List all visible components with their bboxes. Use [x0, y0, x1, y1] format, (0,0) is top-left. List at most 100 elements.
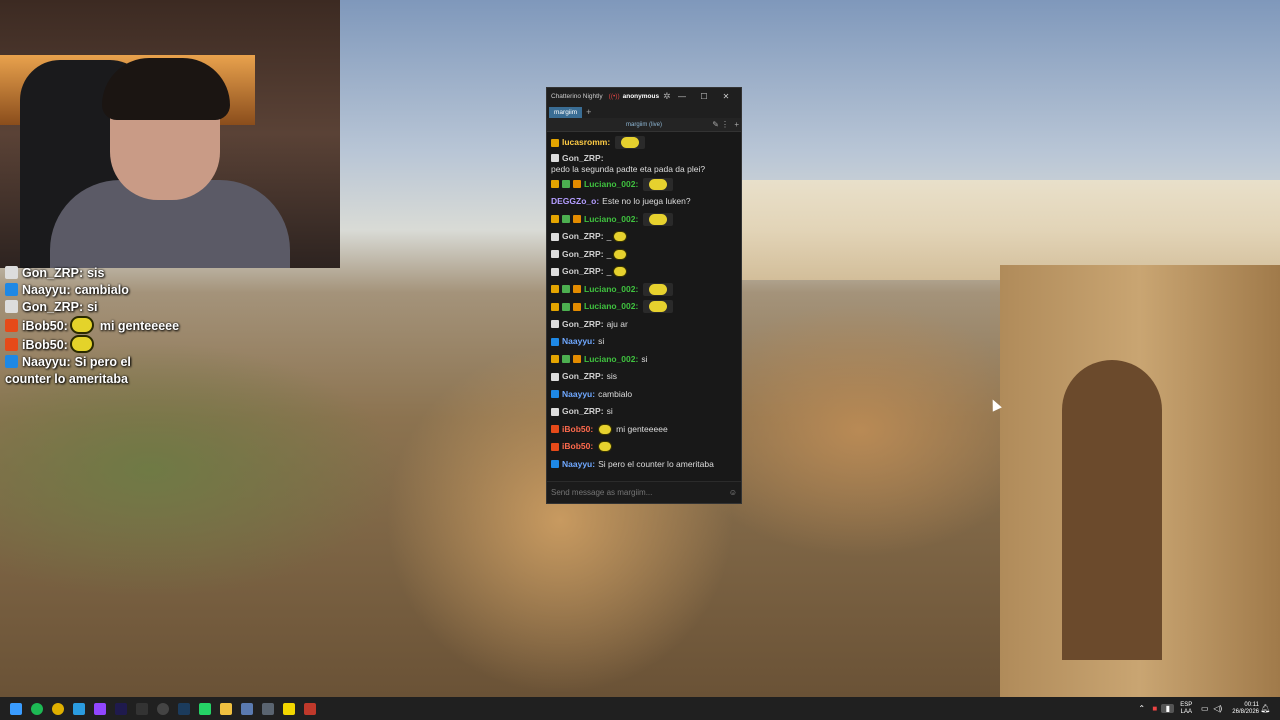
chat-username[interactable]: Naayyu: [562, 336, 595, 347]
user-badge-icon[interactable] [551, 154, 559, 162]
app-icon[interactable] [299, 697, 320, 720]
chat-message[interactable]: Gon_ZRP: pedo la segunda padte eta pada d… [550, 152, 738, 176]
chat-message[interactable]: iBob50: [550, 438, 738, 456]
emote-icon[interactable] [643, 177, 674, 191]
file-icon[interactable] [257, 697, 278, 720]
close-button[interactable]: ✕ [715, 92, 737, 101]
add-tab-icon[interactable]: + [586, 106, 591, 118]
user-badge-icon[interactable] [551, 250, 559, 259]
chat-username[interactable]: Gon_ZRP: [562, 406, 604, 417]
chat-message[interactable]: Luciano_002: [550, 211, 738, 229]
emote-icon[interactable] [643, 212, 674, 226]
more-options-icon[interactable]: ⋮ [721, 120, 729, 129]
whatsapp-icon[interactable] [194, 697, 215, 720]
chat-username[interactable]: Naayyu: [562, 459, 595, 470]
chatterino-icon[interactable] [236, 697, 257, 720]
user-badge-icon[interactable] [573, 302, 581, 311]
chat-message[interactable]: Luciano_002: [550, 176, 738, 194]
user-badge-icon[interactable] [562, 302, 570, 311]
user-badge-icon[interactable] [573, 180, 581, 189]
message-input[interactable] [551, 488, 729, 497]
user-badge-icon[interactable] [551, 302, 559, 311]
chat-message[interactable]: Naayyu: si [550, 333, 738, 351]
sticky-notes-icon[interactable] [278, 697, 299, 720]
user-badge-icon[interactable] [551, 407, 559, 416]
user-badge-icon[interactable] [551, 425, 559, 434]
language-indicator[interactable]: ESP LAA [1180, 702, 1192, 716]
start-icon[interactable] [5, 697, 26, 720]
chatterino-window[interactable]: Chatterino Nightly ((•)) anonymous ✲ — ☐… [546, 87, 742, 504]
emote-icon[interactable] [613, 231, 628, 243]
emote-icon[interactable] [615, 136, 646, 150]
message-list[interactable]: lucasromm: Gon_ZRP: pedo la segunda padte … [547, 132, 741, 475]
emote-icon[interactable] [598, 423, 613, 435]
chat-message[interactable]: Luciano_002: [550, 298, 738, 316]
notification-icon[interactable]: 🔔︎ [1259, 704, 1272, 713]
user-badge-icon[interactable] [562, 285, 570, 294]
user-badge-icon[interactable] [551, 337, 559, 346]
chat-message[interactable]: Gon_ZRP: si [550, 403, 738, 421]
user-badge-icon[interactable] [573, 215, 581, 224]
emote-icon[interactable] [613, 266, 628, 278]
emote-icon[interactable] [613, 248, 628, 260]
emote-icon[interactable] [598, 441, 613, 453]
chat-message[interactable]: Gon_ZRP: _ [550, 246, 738, 264]
emote-picker-icon[interactable]: ☺ [729, 488, 737, 497]
user-badge-icon[interactable] [551, 138, 559, 147]
chat-username[interactable]: Luciano_002: [584, 354, 638, 365]
chat-username[interactable]: Gon_ZRP: [562, 266, 604, 277]
chat-username[interactable]: Gon_ZRP: [562, 153, 604, 164]
chat-username[interactable]: Gon_ZRP: [562, 249, 604, 260]
user-badge-icon[interactable] [562, 180, 570, 189]
user-badge-icon[interactable] [551, 180, 559, 189]
chat-message[interactable]: Naayyu: Si pero el counter lo ameritaba [550, 456, 738, 474]
add-split-icon[interactable]: + [734, 120, 739, 129]
user-badge-icon[interactable] [573, 285, 581, 294]
user-badge-icon[interactable] [551, 390, 559, 399]
user-badge-icon[interactable] [551, 460, 559, 469]
maximize-button[interactable]: ☐ [693, 92, 715, 101]
chat-username[interactable]: Luciano_002: [584, 179, 638, 190]
chat-message[interactable]: Luciano_002: [550, 281, 738, 299]
clock[interactable]: 00:11 26/8/2026 [1232, 702, 1259, 716]
chat-username[interactable]: Luciano_002: [584, 284, 638, 295]
user-badge-icon[interactable] [551, 267, 559, 276]
user-badge-icon[interactable] [551, 215, 559, 224]
chrome-icon[interactable] [47, 697, 68, 720]
spotify-icon[interactable] [26, 697, 47, 720]
steam-icon[interactable] [173, 697, 194, 720]
chat-username[interactable]: lucasromm: [562, 137, 610, 148]
chat-username[interactable]: DEGGZo_o: [551, 196, 599, 207]
chat-message[interactable]: Gon_ZRP: aju ar [550, 316, 738, 334]
emote-icon[interactable] [643, 300, 674, 314]
user-badge-icon[interactable] [551, 355, 559, 364]
edge-icon[interactable] [68, 697, 89, 720]
twitch-icon[interactable] [89, 697, 110, 720]
chat-username[interactable]: Luciano_002: [584, 301, 638, 312]
folder-icon[interactable] [215, 697, 236, 720]
chat-username[interactable]: Gon_ZRP: [562, 371, 604, 382]
chat-message[interactable]: Naayyu: cambialo [550, 386, 738, 404]
tab-margiim[interactable]: margiim [549, 107, 583, 118]
minimize-button[interactable]: — [671, 92, 693, 101]
chat-message[interactable]: DEGGZo_o: Este no lo juega luken? [550, 193, 738, 211]
user-badge-icon[interactable] [551, 320, 559, 329]
user-badge-icon[interactable] [551, 285, 559, 294]
window-titlebar[interactable]: Chatterino Nightly ((•)) anonymous ✲ — ☐… [547, 88, 741, 104]
chevron-up-icon[interactable]: ⌃ [1135, 704, 1148, 713]
chat-message[interactable]: Gon_ZRP: sis [550, 368, 738, 386]
obs-icon[interactable] [131, 697, 152, 720]
edit-icon[interactable]: ✎ [712, 120, 719, 129]
chat-message[interactable]: Gon_ZRP: _ [550, 263, 738, 281]
user-badge-icon[interactable] [562, 355, 570, 364]
chat-message[interactable]: Luciano_002: si [550, 351, 738, 369]
chat-message[interactable]: lucasromm: [550, 134, 738, 152]
chat-message[interactable]: iBob50: mi genteeeee [550, 421, 738, 439]
chat-message[interactable]: Gon_ZRP: _ [550, 228, 738, 246]
split-header[interactable]: margiim (live) ✎ ⋮ + [547, 118, 741, 132]
user-badge-icon[interactable] [573, 355, 581, 364]
chat-username[interactable]: Naayyu: [562, 389, 595, 400]
emote-icon[interactable] [643, 282, 674, 296]
tray-app-icon[interactable]: ■ [1148, 704, 1161, 713]
chat-username[interactable]: Luciano_002: [584, 214, 638, 225]
